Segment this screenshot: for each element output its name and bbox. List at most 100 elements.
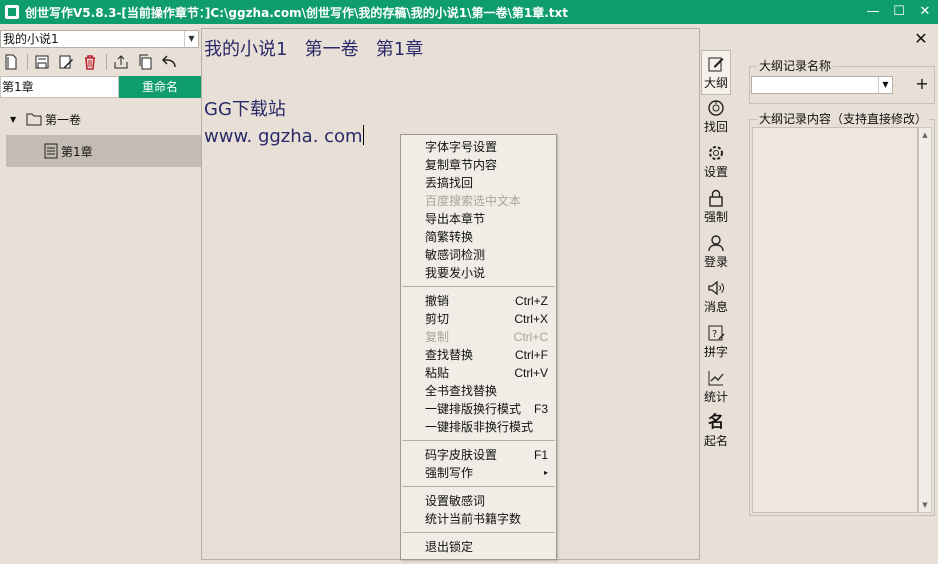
chapter-toolbar [0, 50, 182, 74]
context-menu-item[interactable]: 敏感词检测 [401, 246, 556, 264]
context-menu-item[interactable]: 撤销 Ctrl+Z [401, 292, 556, 310]
chapter-label: 第1章 [61, 144, 93, 159]
context-menu-item[interactable]: 粘贴 Ctrl+V [401, 364, 556, 382]
context-menu-item: 复制 Ctrl+C [401, 328, 556, 346]
context-menu-item[interactable]: 复制章节内容 [401, 156, 556, 174]
naming-icon: 名 [707, 412, 724, 431]
recover-tab[interactable]: 找回 [701, 95, 731, 140]
new-file-icon [5, 54, 17, 70]
save-button[interactable] [31, 52, 53, 72]
context-menu-item[interactable]: 码字皮肤设置 F1 [401, 446, 556, 464]
menu-item-label: 退出锁定 [425, 540, 474, 554]
menu-item-label: 简繁转换 [425, 230, 474, 244]
settings-tab[interactable]: 设置 [701, 140, 731, 185]
context-menu-item[interactable]: 导出本章节 [401, 210, 556, 228]
copy-icon [139, 54, 152, 70]
context-menu-item[interactable]: 丢搞找回 [401, 174, 556, 192]
new-chapter-button[interactable] [0, 52, 22, 72]
scroll-up-icon[interactable]: ▲ [919, 128, 931, 142]
context-menu-item[interactable]: 一键排版非换行模式 [401, 418, 556, 436]
chevron-down-icon[interactable]: ▼ [184, 31, 198, 47]
menu-item-label: 粘贴 [425, 366, 450, 380]
tree-chapter-item[interactable]: 第1章 [6, 135, 201, 167]
copy-button[interactable] [134, 52, 156, 72]
menu-separator [402, 532, 555, 533]
minimize-button[interactable]: — [860, 0, 886, 24]
login-tab[interactable]: 登录 [701, 230, 731, 275]
user-icon [708, 235, 724, 252]
volume-label: 第一卷 [45, 112, 82, 127]
menu-separator [402, 486, 555, 487]
scroll-down-icon[interactable]: ▼ [919, 498, 931, 512]
menu-separator [402, 286, 555, 287]
menu-item-shortcut: Ctrl+Z [515, 294, 548, 308]
maximize-button[interactable]: ☐ [886, 0, 912, 24]
chapter-name-input[interactable]: 第1章 [0, 76, 119, 98]
caret-down-icon[interactable]: ▼ [10, 115, 26, 124]
text-caret [362, 125, 364, 145]
edit-icon [59, 55, 73, 69]
recover-icon [708, 100, 724, 116]
context-menu-item: 百度搜索选中文本 [401, 192, 556, 210]
outline-name-select[interactable]: ▼ [751, 76, 893, 94]
menu-item-label: 百度搜索选中文本 [425, 194, 522, 208]
context-menu-item[interactable]: 强制写作 ▸ [401, 464, 556, 482]
menu-item-shortcut: F3 [533, 402, 548, 416]
context-menu-item[interactable]: 简繁转换 [401, 228, 556, 246]
undo-button[interactable] [158, 52, 180, 72]
book-select[interactable]: 我的小说1 ▼ [0, 30, 199, 48]
outline-name-legend: 大纲记录名称 [757, 59, 834, 73]
context-menu-item[interactable]: 字体字号设置 [401, 138, 556, 156]
submenu-arrow-icon: ▸ [543, 468, 548, 477]
add-outline-button[interactable]: + [914, 74, 930, 93]
chapter-tree: ▼ 第一卷 第1章 [0, 103, 201, 167]
context-menu-item[interactable]: 剪切 Ctrl+X [401, 310, 556, 328]
export-button[interactable] [110, 52, 132, 72]
menu-item-label: 码字皮肤设置 [425, 448, 498, 462]
gear-icon [709, 146, 723, 160]
tree-volume-item[interactable]: ▼ 第一卷 [0, 103, 201, 135]
context-menu: 字体字号设置复制章节内容 丢搞找回百度搜索选中文本导出本章节简繁转换敏感词检测我要… [400, 134, 557, 560]
close-panel-button[interactable]: ✕ [912, 30, 930, 48]
force-tab[interactable]: 强制 [701, 185, 731, 230]
delete-button[interactable] [79, 52, 101, 72]
editor-line: www. ggzha. com [204, 125, 364, 147]
message-tab[interactable]: 消息 [701, 275, 731, 320]
folder-icon [26, 113, 42, 126]
close-window-button[interactable]: ✕ [912, 0, 938, 24]
book-select-value: 我的小说1 [3, 32, 59, 46]
right-tool-bar: 大纲 找回 设置 强制 登录 消息 ? 拼字 统计 名 起名 [701, 50, 731, 455]
save-icon [35, 55, 49, 69]
edit-note-icon [708, 57, 724, 72]
menu-item-label: 我要发小说 [425, 266, 486, 280]
toolbar-divider [27, 54, 28, 70]
context-menu-item[interactable]: 全书查找替换 [401, 382, 556, 400]
lock-icon [709, 189, 723, 207]
context-menu-item[interactable]: 我要发小说 [401, 264, 556, 282]
outline-tab[interactable]: 大纲 [701, 50, 731, 95]
naming-tab[interactable]: 名 起名 [701, 410, 731, 455]
outline-content-textarea[interactable] [752, 127, 918, 513]
line-chart-icon [708, 371, 724, 386]
context-menu-item[interactable]: 设置敏感词 [401, 492, 556, 510]
menu-item-label: 复制 [425, 330, 450, 344]
menu-item-label: 强制写作 [425, 466, 474, 480]
context-menu-item[interactable]: 统计当前书籍字数 [401, 510, 556, 528]
editor-line: 我的小说1 第一卷 第1章 [204, 39, 424, 60]
context-menu-item[interactable]: 一键排版换行模式 F3 [401, 400, 556, 418]
outline-name-group: 大纲记录名称 ▼ + [749, 59, 935, 104]
stats-tab[interactable]: 统计 [701, 365, 731, 410]
context-menu-item[interactable]: 查找替换 Ctrl+F [401, 346, 556, 364]
undo-icon [161, 55, 176, 68]
pinyin-tab[interactable]: ? 拼字 [701, 320, 731, 365]
outline-scrollbar[interactable]: ▲ ▼ [918, 127, 932, 513]
left-panel: 我的小说1 ▼ 第1章 重命名 ▼ 第一卷 第1章 [0, 28, 201, 564]
chevron-down-icon[interactable]: ▼ [878, 77, 892, 93]
edit-button[interactable] [55, 52, 77, 72]
context-menu-item[interactable]: 退出锁定 [401, 538, 556, 556]
window-title: 创世写作V5.8.3-[当前操作章节：]C:\ggzha.com\创世写作\我的… [25, 5, 569, 20]
menu-item-label: 字体字号设置 [425, 140, 498, 154]
rename-button[interactable]: 重命名 [119, 76, 201, 98]
menu-item-label: 一键排版非换行模式 [425, 420, 534, 434]
menu-item-label: 全书查找替换 [425, 384, 498, 398]
